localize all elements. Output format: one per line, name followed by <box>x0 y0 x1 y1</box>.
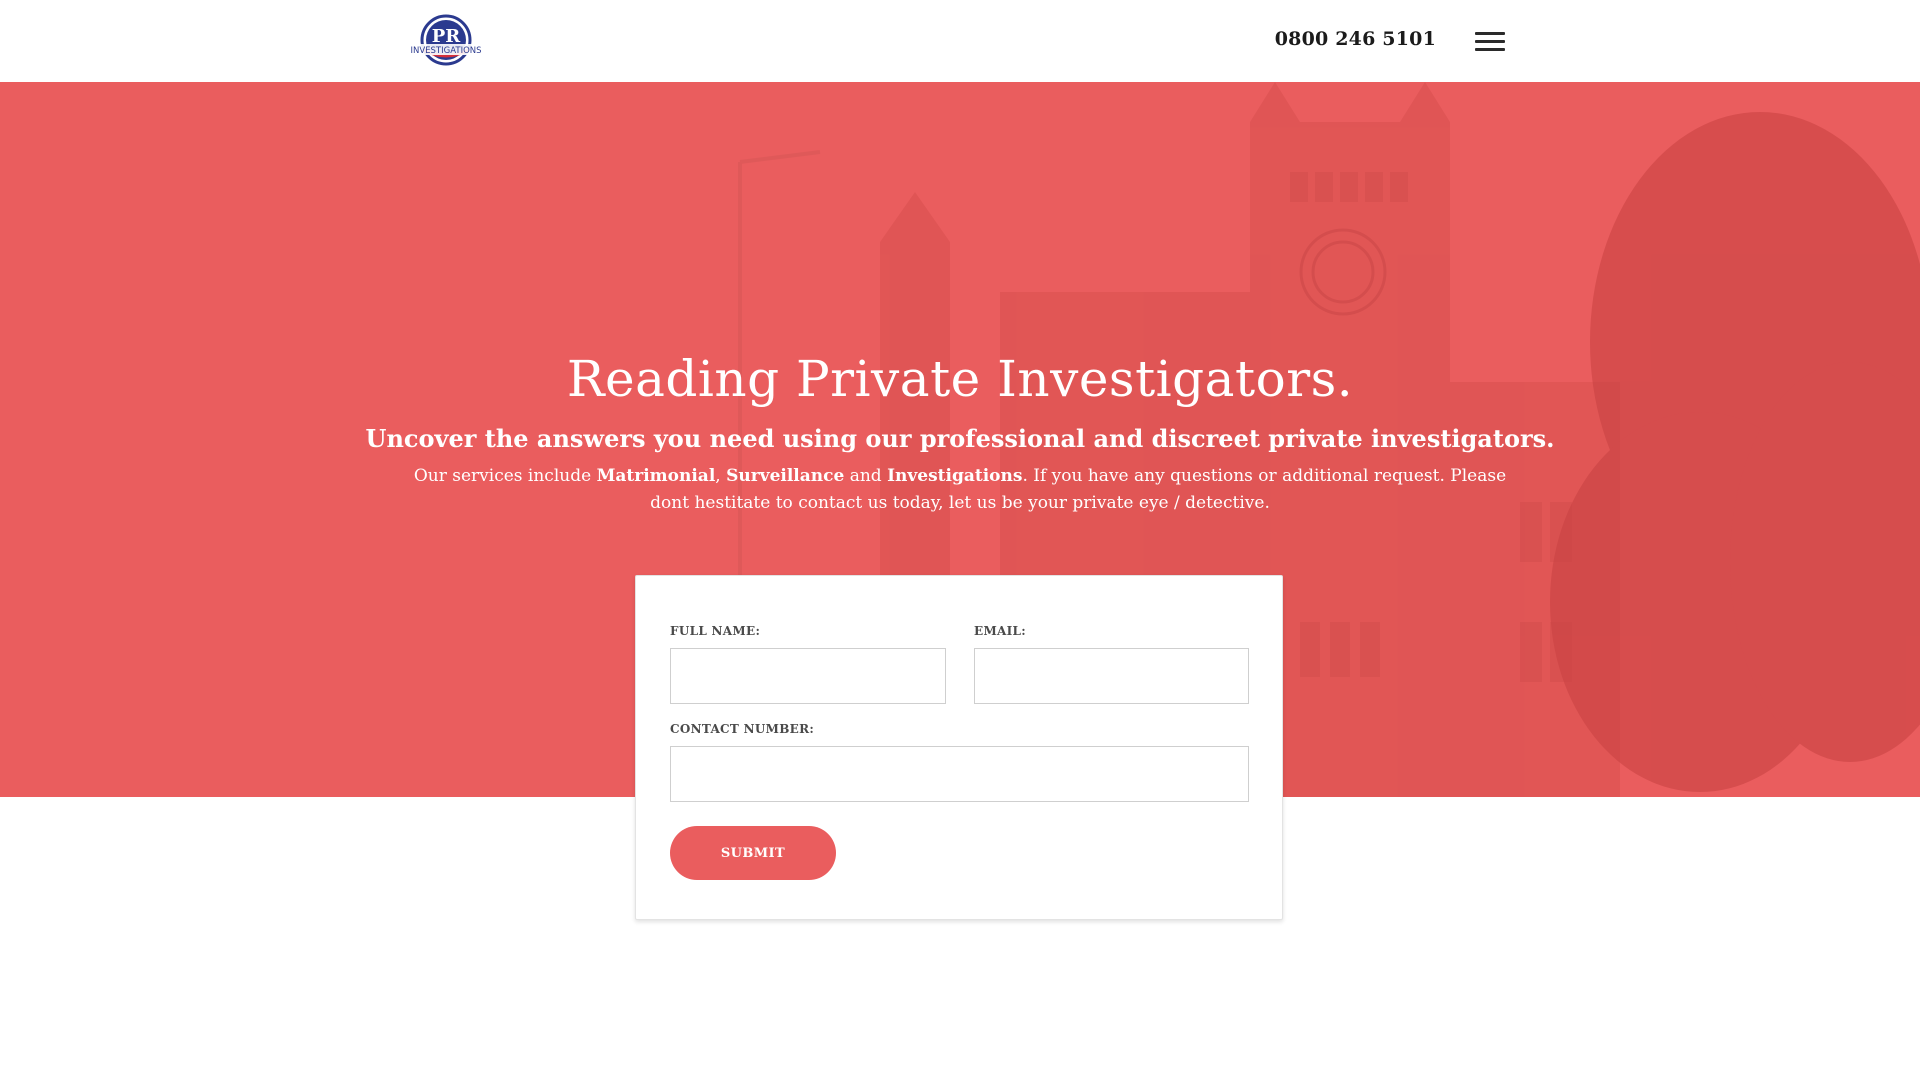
menu-bar <box>1475 32 1505 35</box>
contact-number-input[interactable] <box>670 746 1249 802</box>
submit-button[interactable]: SUBMIT <box>670 826 836 880</box>
menu-bar <box>1475 40 1505 43</box>
pr-investigations-logo[interactable]: PR INVESTIGATIONS <box>406 14 486 68</box>
hero-description: Our services include Matrimonial, Survei… <box>410 463 1510 517</box>
full-name-input[interactable] <box>670 648 946 704</box>
hamburger-menu-icon[interactable] <box>1475 31 1505 53</box>
full-name-label: FULL NAME: <box>670 624 761 638</box>
svg-text:INVESTIGATIONS: INVESTIGATIONS <box>410 46 481 56</box>
email-label: EMAIL: <box>974 624 1027 638</box>
service-surveillance: Surveillance <box>726 466 845 486</box>
hero-title: Reading Private Investigators. <box>566 350 1354 408</box>
phone-number[interactable]: 0800 246 5101 <box>1275 28 1436 50</box>
service-matrimonial: Matrimonial <box>596 466 716 486</box>
site-header: PR INVESTIGATIONS 0800 246 5101 <box>0 0 1920 83</box>
svg-text:PR: PR <box>432 26 462 47</box>
contact-number-label: CONTACT NUMBER: <box>670 722 815 736</box>
logo-graphic: PR INVESTIGATIONS <box>406 14 486 66</box>
hero-text-part: , <box>715 466 727 486</box>
hero-text-part: Our services include <box>413 466 597 486</box>
contact-form-card: FULL NAME: EMAIL: CONTACT NUMBER: SUBMIT <box>635 575 1283 920</box>
menu-bar <box>1475 48 1505 51</box>
service-investigations: Investigations <box>887 466 1023 486</box>
hero-subtitle: Uncover the answers you need using our p… <box>365 424 1555 453</box>
hero-text-part: and <box>844 466 888 486</box>
email-input[interactable] <box>974 648 1249 704</box>
